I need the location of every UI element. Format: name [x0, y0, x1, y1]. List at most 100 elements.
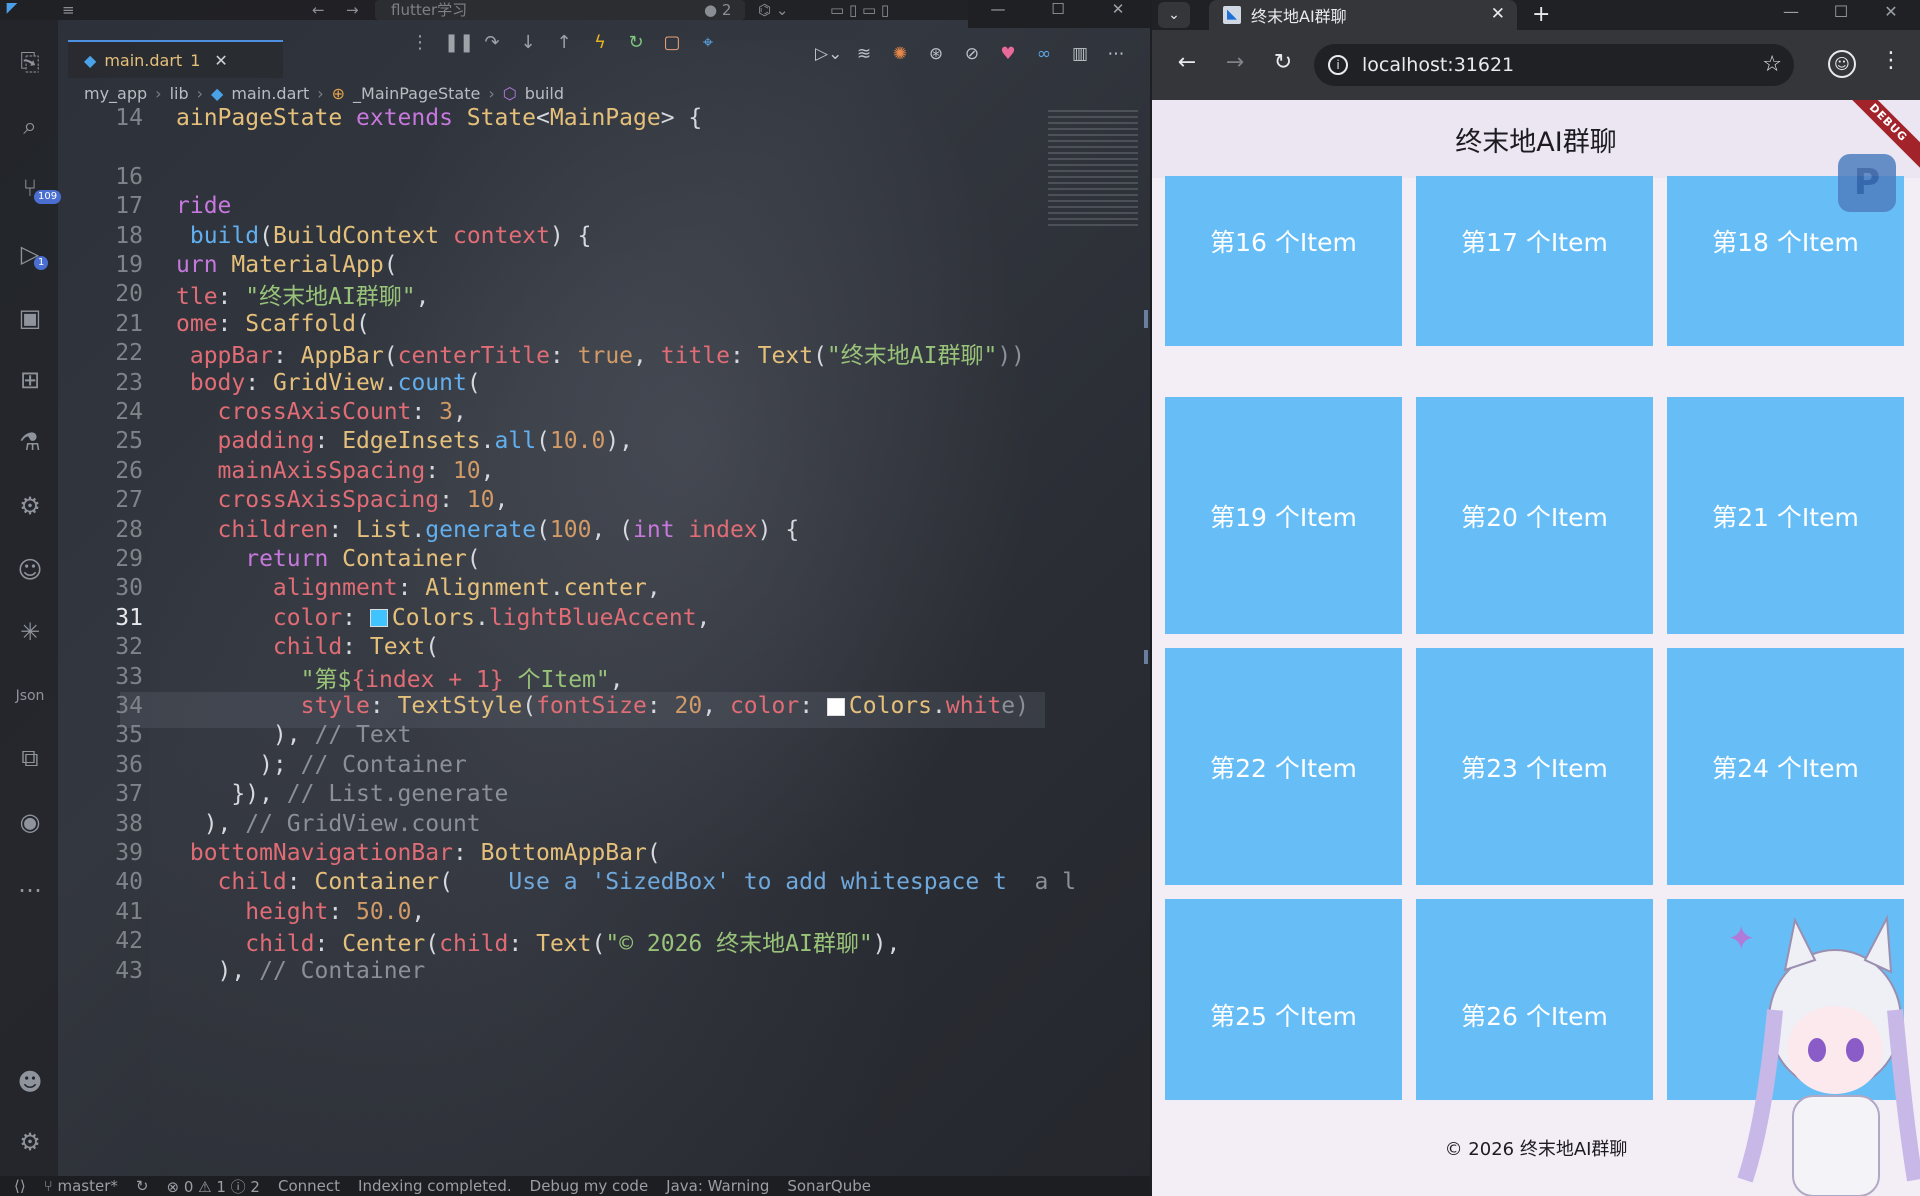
remote-explorer-icon[interactable]: ▣ [14, 302, 46, 334]
maximize-icon[interactable]: ☐ [1028, 0, 1088, 20]
sparkle-icon[interactable]: ✺ [887, 44, 913, 64]
code-token: : [245, 369, 273, 396]
code-token: BuildContext [272, 222, 453, 249]
grid-item[interactable]: 第19 个Item [1165, 397, 1402, 634]
color-swatch-icon[interactable] [826, 697, 845, 716]
back-icon[interactable]: ← [1172, 50, 1202, 75]
scrollbar-marker[interactable] [1144, 310, 1148, 328]
forward-icon[interactable]: → [1220, 50, 1250, 75]
tab-search-icon[interactable]: ⌄ [1158, 2, 1190, 28]
dependencies-icon[interactable]: ⧉ [14, 742, 46, 774]
json-icon[interactable]: Json [14, 680, 46, 712]
grid-item[interactable]: 第20 个Item [1416, 397, 1653, 634]
floating-p-icon[interactable]: P [1838, 154, 1896, 212]
testing-icon[interactable]: ⚗ [14, 426, 46, 458]
minimize-icon[interactable]: — [968, 0, 1028, 20]
code-text: build(BuildContext context) { [176, 222, 592, 249]
eye-off-icon[interactable]: ⊘ [959, 44, 985, 64]
layout-icons[interactable]: ▭ ▯ ▭ ▯ [830, 1, 889, 19]
link-icon[interactable]: ∞ [1031, 44, 1057, 64]
close-icon[interactable]: ✕ [1866, 2, 1916, 21]
reload-icon[interactable]: ↻ [1268, 50, 1298, 75]
grid-item[interactable]: 第24 个Item [1667, 648, 1904, 885]
more-actions-icon[interactable]: ⋯ [1103, 44, 1129, 64]
line-number: 42 [115, 928, 143, 955]
browser-tab[interactable]: ◣ 终末地AI群聊 ✕ [1209, 0, 1517, 30]
more-icon[interactable]: … [14, 868, 46, 900]
run-debug-icon[interactable]: ▷ 1 [14, 238, 49, 270]
code-editor[interactable]: 14 ainPageState extends State<MainPage> {… [58, 105, 1076, 1170]
grid-item-label: 第21 个Item [1712, 502, 1859, 532]
profile-icon[interactable]: ☺ [1828, 50, 1856, 78]
code-token: crossAxisCount [176, 399, 412, 425]
bookmark-star-icon[interactable]: ☆ [1762, 52, 1782, 77]
grid-item[interactable]: 第21 个Item [1667, 397, 1904, 634]
code-token: , [696, 604, 711, 631]
menu-icon[interactable]: ≡ [62, 1, 75, 19]
code-token: style [176, 693, 370, 719]
grid-item[interactable]: 第17 个Item [1416, 176, 1653, 346]
problems-status[interactable]: ⊗ 0 ⚠ 1 ⓘ 2 [166, 1176, 260, 1196]
code-token: : [799, 693, 827, 719]
tab-main-dart[interactable]: ◆ main.dart 1 ✕ [68, 40, 283, 78]
address-bar[interactable]: i localhost:31621 ☆ [1314, 44, 1794, 86]
code-line[interactable]: 14 ainPageState extends State<MainPage> { [58, 100, 1058, 136]
settings-gear-icon[interactable]: ⚙ [14, 1126, 46, 1158]
compare-icon[interactable]: ≋ [851, 44, 877, 64]
forward-icon[interactable]: → [346, 1, 359, 19]
flutter-icon[interactable]: ⚙ [14, 490, 46, 522]
chrome-menu-icon[interactable]: ⋮ [1880, 48, 1902, 73]
url-text: localhost:31621 [1362, 54, 1515, 76]
line-number: 37 [115, 781, 143, 808]
code-token: Colors [848, 693, 932, 719]
close-icon[interactable]: ✕ [1088, 0, 1148, 20]
minimap[interactable] [1048, 110, 1138, 230]
grid-item[interactable]: 第26 个Item [1416, 899, 1653, 1101]
sonar-status[interactable]: SonarQube [787, 1177, 871, 1195]
indexing-status: Indexing completed. [358, 1177, 512, 1195]
notifications-count[interactable]: ● 2 [704, 1, 731, 19]
branch-status[interactable]: ⑂ master* [44, 1177, 118, 1195]
command-center[interactable]: flutter学习 [375, 0, 745, 20]
copilot-icon[interactable]: ⌬ ⌄ [758, 1, 788, 19]
grid-item[interactable]: 第25 个Item [1165, 899, 1402, 1101]
grid-item-label: 第24 个Item [1712, 753, 1859, 783]
scrollbar-marker[interactable] [1144, 650, 1148, 664]
copilot-chat-icon[interactable]: ☺ [14, 554, 46, 586]
color-swatch-icon[interactable] [369, 609, 388, 628]
connect-status[interactable]: Connect [278, 1177, 340, 1195]
site-info-icon[interactable]: i [1328, 55, 1348, 75]
maximize-icon[interactable]: ☐ [1816, 2, 1866, 21]
butterfly-icon: ✦ [1727, 919, 1756, 959]
debug-status[interactable]: Debug my code [530, 1177, 649, 1195]
openai-icon[interactable]: ⊛ [923, 44, 949, 64]
line-number: 30 [115, 575, 143, 602]
spark-icon[interactable]: ✳ [14, 616, 46, 648]
grid-item[interactable]: 第23 个Item [1416, 648, 1653, 885]
grid-item[interactable]: 第22 个Item [1165, 648, 1402, 885]
code-token: crossAxisSpacing [176, 487, 440, 514]
tab-close-icon[interactable]: ✕ [214, 51, 227, 70]
explorer-icon[interactable]: ⎘ [14, 46, 46, 78]
java-status[interactable]: Java: Warning [666, 1177, 769, 1195]
minimize-icon[interactable]: — [1766, 2, 1816, 21]
account-icon[interactable]: ☻ [14, 1066, 46, 1098]
search-icon[interactable]: ⌕ [14, 110, 46, 142]
tab-close-icon[interactable]: ✕ [1491, 4, 1505, 24]
code-token: fontSize [536, 693, 647, 719]
remote-icon[interactable]: ⟨⟩ [14, 1177, 26, 1195]
tab-filename: main.dart [104, 50, 183, 70]
line-number: 35 [115, 722, 143, 749]
github-icon[interactable]: ◉ [14, 806, 46, 838]
source-control-icon[interactable]: ⑂ 109 [14, 172, 62, 204]
split-editor-icon[interactable]: ▥ [1067, 44, 1093, 64]
extensions-icon[interactable]: ⊞ [14, 364, 46, 396]
back-icon[interactable]: ← [312, 1, 325, 19]
heart-icon[interactable]: ♥ [995, 44, 1021, 64]
code-line[interactable]: 43 ), // Container [58, 953, 1058, 989]
grid-item[interactable]: 第16 个Item [1165, 176, 1402, 346]
run-icon[interactable]: ▷⌄ [815, 44, 842, 64]
sync-icon[interactable]: ↻ [136, 1177, 149, 1195]
new-tab-icon[interactable]: + [1532, 2, 1550, 27]
code-token: , [494, 487, 509, 514]
